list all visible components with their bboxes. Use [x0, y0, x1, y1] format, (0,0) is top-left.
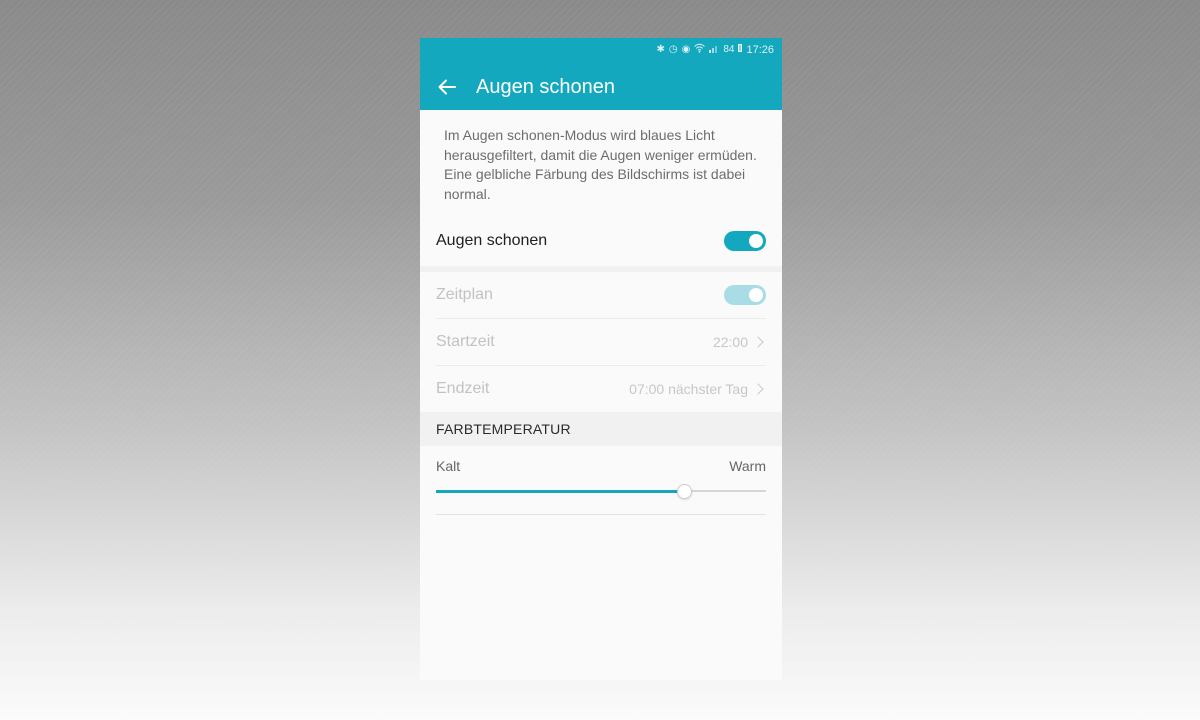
eye-comfort-row[interactable]: Augen schonen — [420, 216, 782, 266]
app-bar: ✱ ◷ ◉ 84 17:26 Augen schonen — [420, 38, 782, 110]
color-temperature-header: FARBTEMPERATUR — [420, 412, 782, 446]
start-time-label: Startzeit — [436, 333, 495, 350]
end-time-value: 07:00 nächster Tag — [629, 381, 748, 397]
eye-comfort-label: Augen schonen — [436, 232, 548, 249]
end-time-row[interactable]: Endzeit 07:00 nächster Tag — [420, 366, 782, 412]
bluetooth-icon: ✱ — [656, 44, 665, 55]
schedule-toggle[interactable] — [724, 285, 766, 305]
chevron-right-icon — [752, 336, 764, 348]
description-text: Im Augen schonen-Modus wird blaues Licht… — [420, 110, 782, 216]
battery-level: 84 — [723, 44, 735, 55]
back-arrow-icon[interactable] — [434, 74, 460, 100]
end-time-label: Endzeit — [436, 380, 490, 397]
eye-icon: ◉ — [681, 44, 691, 55]
status-bar: ✱ ◷ ◉ 84 17:26 — [656, 42, 774, 58]
status-time: 17:26 — [746, 44, 774, 56]
alarm-icon: ◷ — [668, 44, 678, 55]
divider — [436, 514, 766, 515]
description-line-2: Eine gelbliche Färbung des Bildschirms i… — [444, 166, 746, 202]
schedule-row[interactable]: Zeitplan — [420, 272, 782, 318]
start-time-row[interactable]: Startzeit 22:00 — [420, 319, 782, 365]
slider-thumb[interactable] — [676, 484, 692, 499]
slider-min-label: Kalt — [436, 458, 461, 474]
toggle-knob — [749, 234, 763, 248]
description-line-1: Im Augen schonen-Modus wird blaues Licht… — [444, 127, 757, 163]
slider-fill — [436, 490, 684, 493]
phone-screen: ✱ ◷ ◉ 84 17:26 Augen schonen Im Augen sc… — [420, 38, 782, 680]
color-temperature-slider-area: Kalt Warm — [420, 446, 782, 504]
slider-max-label: Warm — [729, 458, 766, 474]
page-title: Augen schonen — [476, 76, 616, 98]
signal-icon — [709, 44, 719, 57]
toggle-knob — [749, 288, 763, 302]
color-temperature-slider[interactable] — [436, 478, 766, 504]
start-time-value-group: 22:00 — [713, 334, 766, 350]
end-time-value-group: 07:00 nächster Tag — [629, 381, 766, 397]
battery-icon — [738, 44, 743, 56]
chevron-right-icon — [752, 383, 764, 395]
eye-comfort-toggle[interactable] — [724, 231, 766, 251]
start-time-value: 22:00 — [712, 334, 748, 350]
slider-labels: Kalt Warm — [436, 458, 766, 474]
schedule-label: Zeitplan — [436, 286, 493, 303]
wifi-icon — [694, 43, 706, 57]
